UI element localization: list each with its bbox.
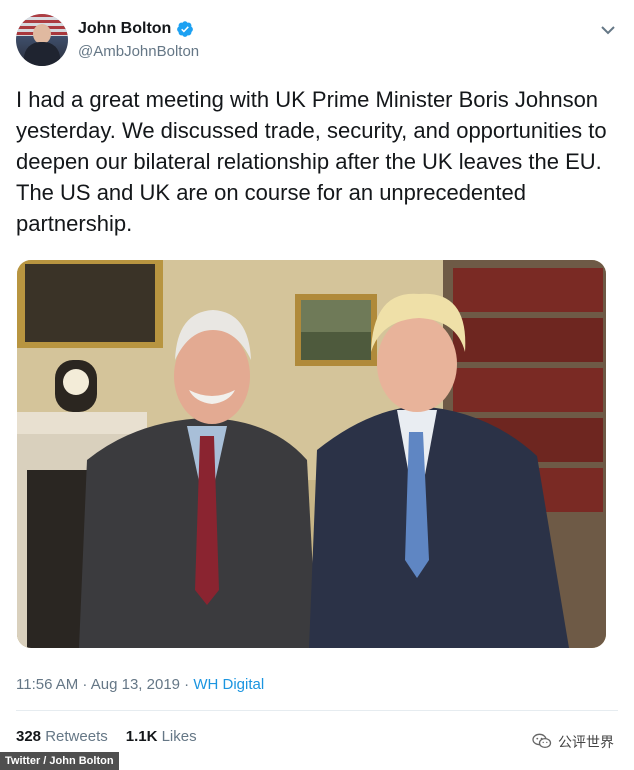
retweets-count: 328	[16, 728, 42, 745]
tweet-stats: 328 Retweets 1.1K Likes	[16, 728, 197, 745]
tweet-meta: 11:56 AM · Aug 13, 2019 · WH Digital	[16, 676, 264, 693]
watermark-text: 公评世界	[558, 734, 614, 750]
tweet-text: I had a great meeting with UK Prime Mini…	[16, 87, 607, 236]
author-display-name[interactable]: John Bolton	[78, 20, 171, 38]
tweet-header: John Bolton @AmbJohnBolton	[16, 14, 618, 70]
tweet-card: John Bolton @AmbJohnBolton I had a great…	[0, 0, 634, 770]
likes-count: 1.1K	[125, 728, 158, 745]
author-handle[interactable]: @AmbJohnBolton	[78, 43, 199, 60]
retweets-label: Retweets	[45, 728, 108, 745]
likes-stat[interactable]: 1.1K Likes	[126, 728, 197, 745]
likes-label: Likes	[161, 728, 197, 745]
divider	[16, 710, 618, 711]
tweet-timestamp[interactable]: 11:56 AM · Aug 13, 2019 ·	[16, 676, 193, 693]
image-credit: Twitter / John Bolton	[0, 752, 119, 770]
tweet-source-link[interactable]: WH Digital	[193, 676, 264, 693]
verified-badge-icon	[176, 20, 194, 38]
chevron-down-icon[interactable]	[600, 22, 616, 38]
author-name-row: John Bolton	[78, 20, 194, 38]
watermark: 公评世界	[532, 732, 614, 752]
avatar[interactable]	[16, 14, 68, 66]
avatar-head	[33, 24, 51, 44]
avatar-suit	[24, 42, 60, 66]
meeting-photo-illustration	[17, 260, 606, 648]
retweets-stat[interactable]: 328 Retweets	[16, 728, 108, 745]
wechat-icon	[532, 733, 552, 752]
tweet-photo[interactable]	[17, 260, 606, 648]
